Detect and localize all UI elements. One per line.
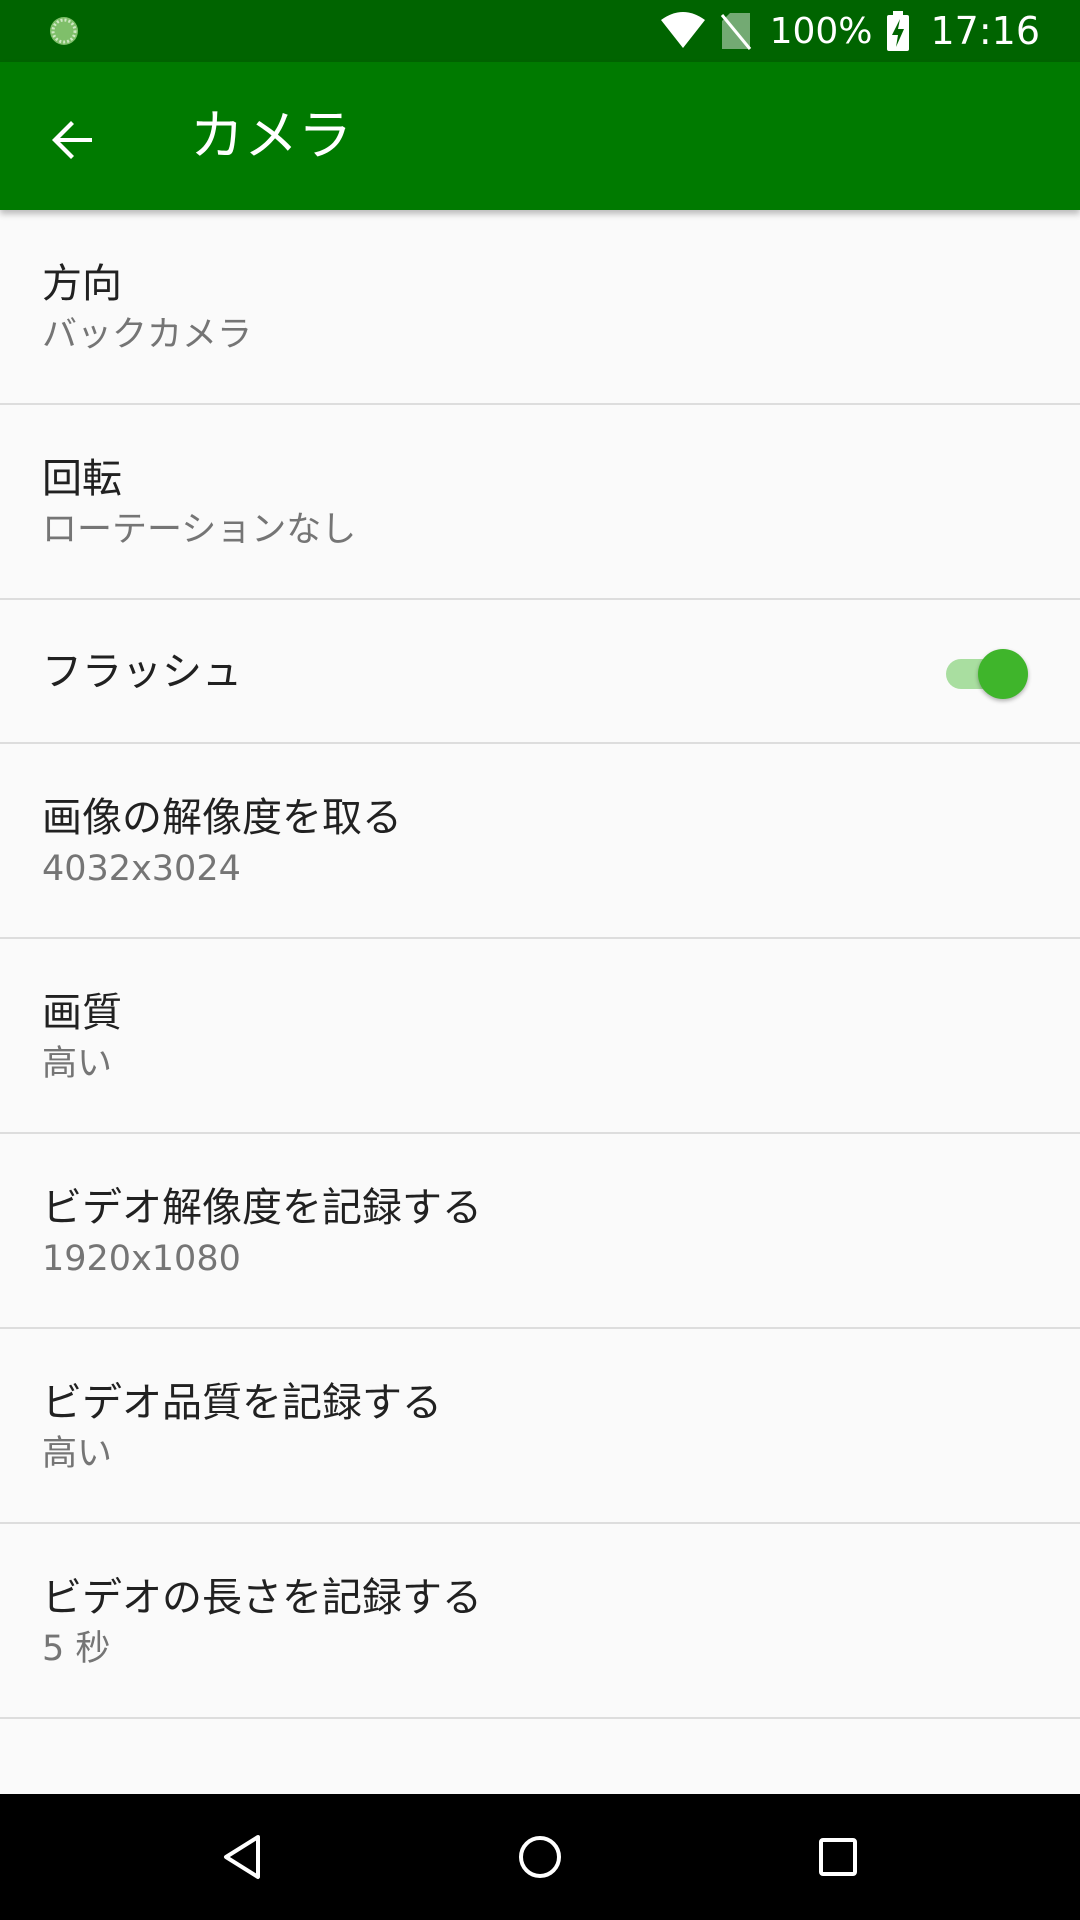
- nav-home-icon: [519, 1836, 561, 1878]
- no-sim-icon: [720, 13, 751, 50]
- setting-image-resolution[interactable]: 画像の解像度を取る 4032x3024: [0, 744, 1080, 939]
- setting-title: ビデオの長さを記録する: [42, 1575, 482, 1621]
- setting-title: 画質: [42, 990, 122, 1036]
- flash-toggle[interactable]: [944, 646, 1030, 702]
- setting-summary: バックカメラ: [42, 315, 253, 355]
- setting-flash[interactable]: フラッシュ: [0, 600, 1080, 744]
- back-button[interactable]: [30, 98, 114, 182]
- clock: 17:16: [930, 9, 1040, 53]
- loading-indicator-icon: [50, 17, 78, 45]
- setting-summary: 5 秒: [42, 1629, 111, 1669]
- setting-summary: 高い: [42, 1044, 113, 1084]
- setting-title: フラッシュ: [42, 649, 242, 695]
- setting-title: 画像の解像度を取る: [42, 795, 402, 841]
- app-bar: カメラ: [0, 62, 1080, 210]
- battery-charging-icon: [887, 11, 910, 51]
- setting-video-length[interactable]: ビデオの長さを記録する 5 秒: [0, 1524, 1080, 1719]
- nav-recents-button[interactable]: [798, 1817, 878, 1897]
- page-title: カメラ: [190, 104, 352, 167]
- setting-title: ビデオ解像度を記録する: [42, 1185, 482, 1231]
- setting-summary: 高い: [42, 1434, 113, 1474]
- setting-summary: ローテーションなし: [42, 510, 357, 550]
- nav-home-button[interactable]: [500, 1817, 580, 1897]
- nav-recents-icon: [819, 1838, 857, 1876]
- settings-list: 方向 バックカメラ 回転 ローテーションなし フラッシュ 画像の解像度を取る 4…: [0, 210, 1080, 1719]
- wifi-icon: [660, 12, 705, 48]
- setting-title: ビデオ品質を記録する: [42, 1380, 442, 1426]
- setting-title: 方向: [42, 261, 122, 307]
- setting-rotation[interactable]: 回転 ローテーションなし: [0, 405, 1080, 600]
- navigation-bar: [0, 1794, 1080, 1920]
- setting-direction[interactable]: 方向 バックカメラ: [0, 210, 1080, 405]
- arrow-back-icon: [52, 121, 92, 159]
- setting-video-resolution[interactable]: ビデオ解像度を記録する 1920x1080: [0, 1134, 1080, 1329]
- setting-summary: 1920x1080: [42, 1239, 241, 1279]
- setting-title: 回転: [42, 456, 122, 502]
- setting-summary: 4032x3024: [42, 849, 241, 889]
- nav-back-button[interactable]: [202, 1817, 282, 1897]
- setting-image-quality[interactable]: 画質 高い: [0, 939, 1080, 1134]
- status-bar: 100% 17:16: [0, 0, 1080, 62]
- battery-percent: 100%: [769, 10, 873, 52]
- toggle-thumb: [978, 649, 1028, 699]
- setting-video-quality[interactable]: ビデオ品質を記録する 高い: [0, 1329, 1080, 1524]
- nav-back-icon: [224, 1835, 260, 1879]
